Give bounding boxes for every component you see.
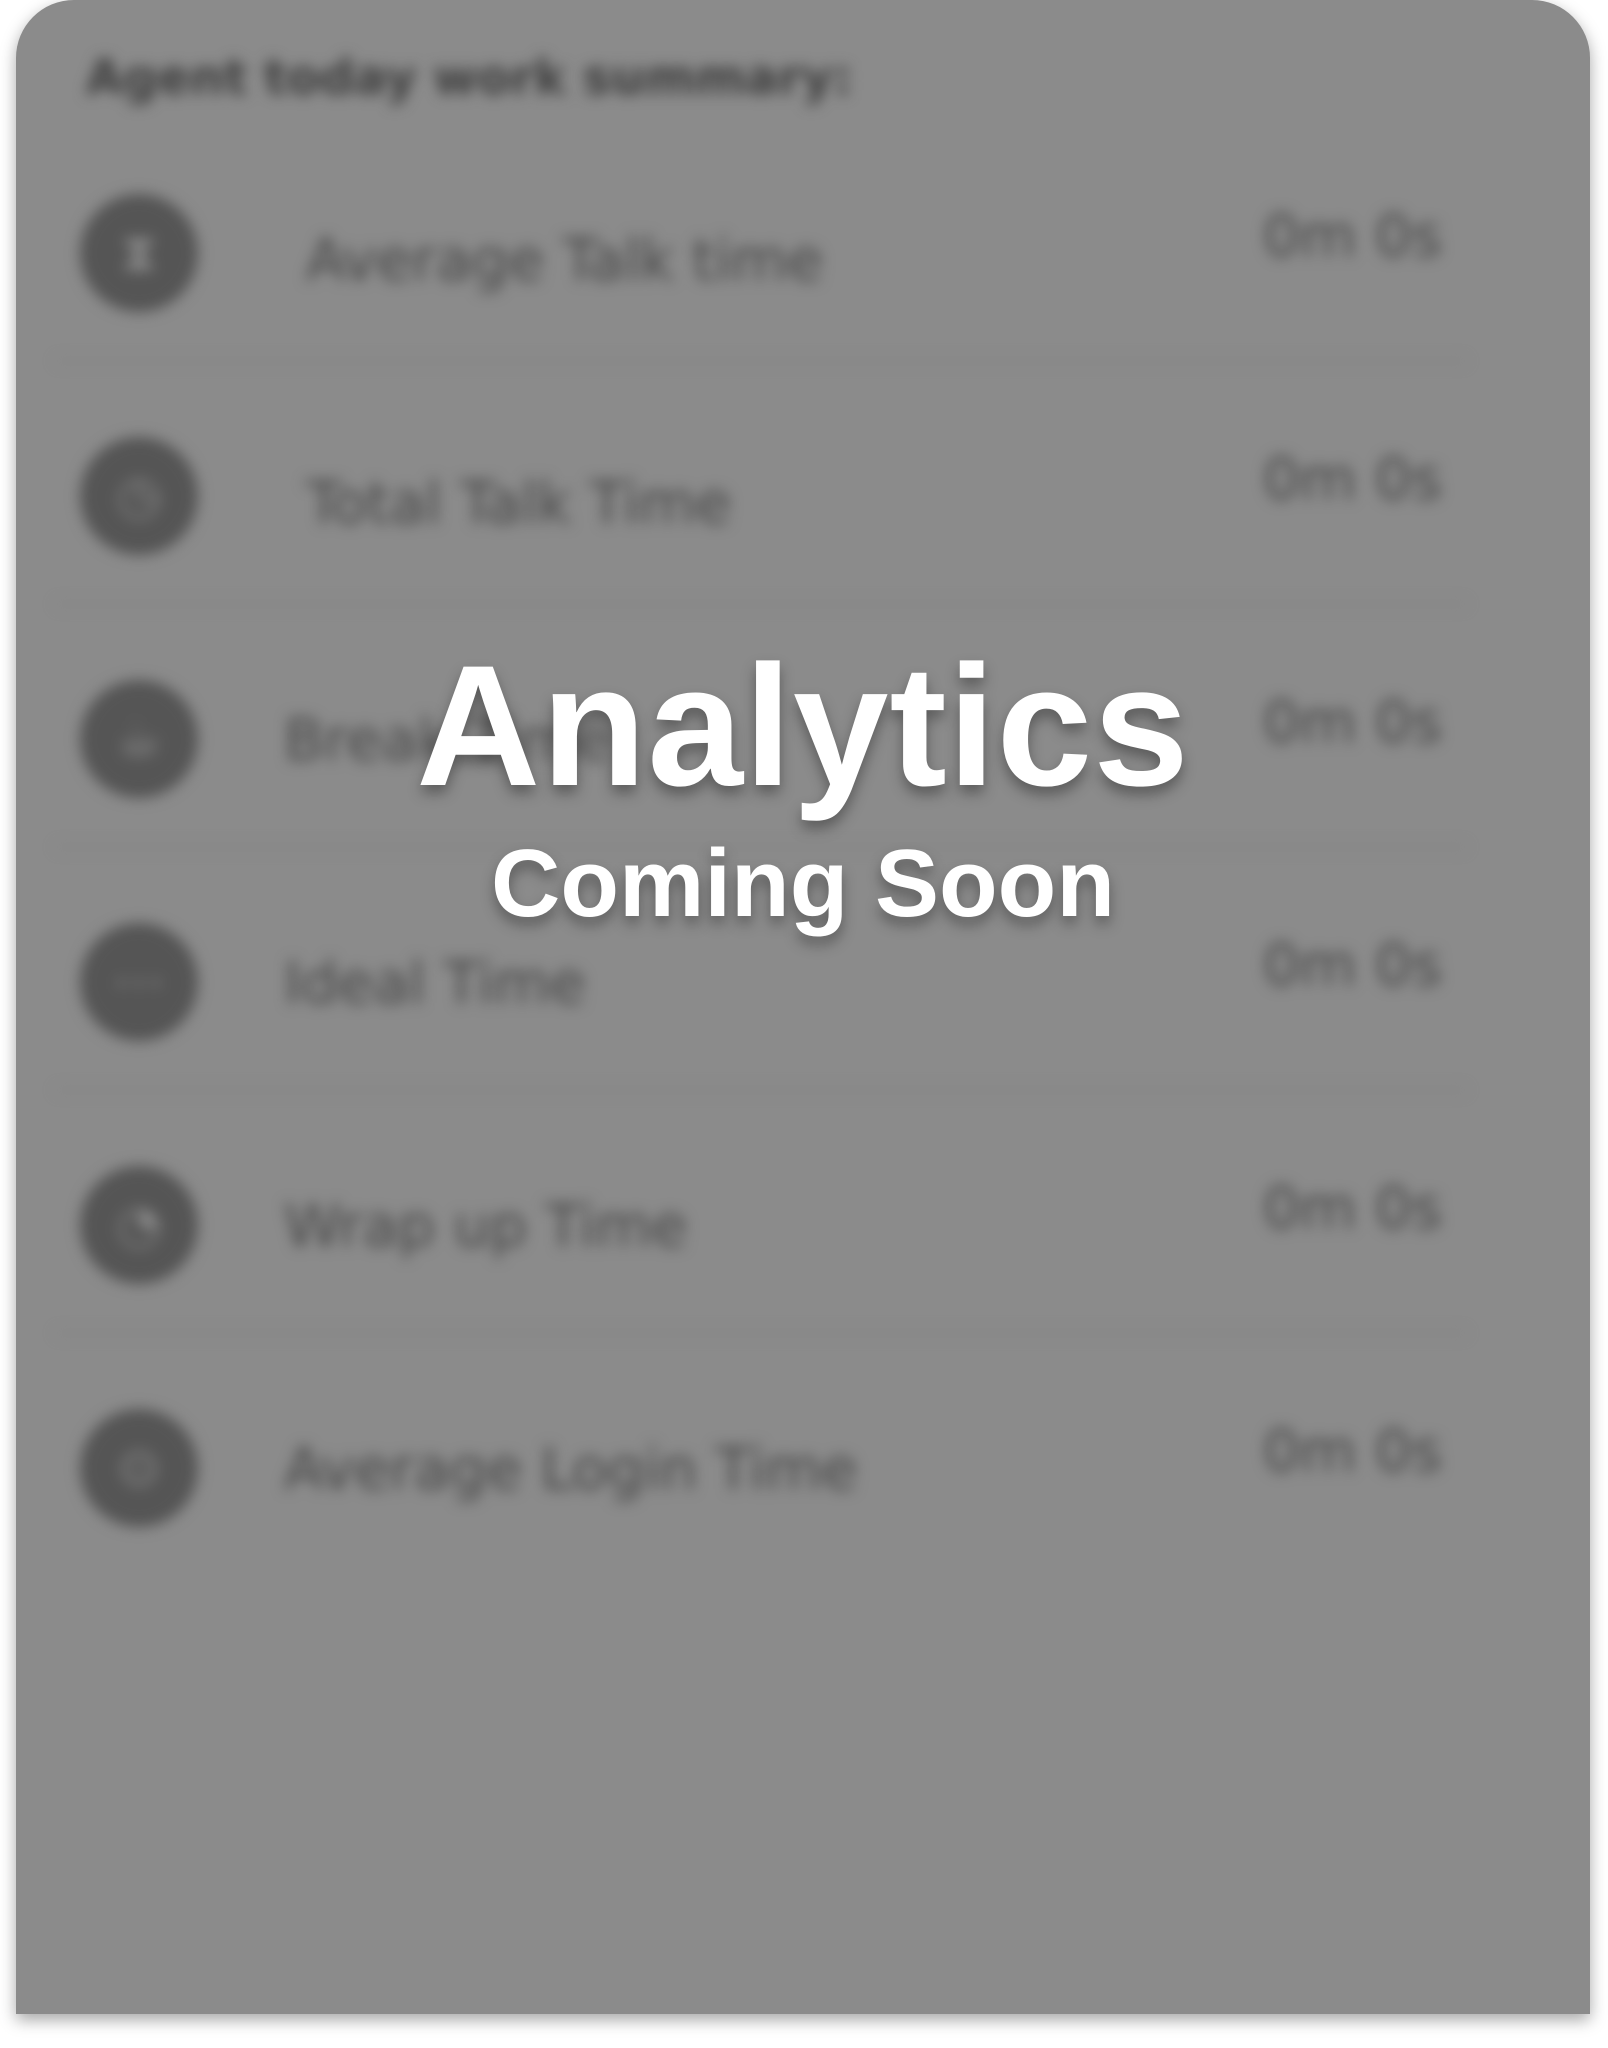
blurred-summary: Agent today work summary: ⧗ Average Talk… bbox=[16, 0, 1590, 2014]
metric-label: Average Login Time bbox=[284, 1435, 858, 1503]
metric-label: Total Talk Time bbox=[306, 469, 732, 537]
hourglass-icon: ⧗ bbox=[80, 194, 198, 312]
metric-value: 0m 0s bbox=[1263, 1417, 1442, 1485]
metric-label: Ideal Time bbox=[284, 949, 586, 1017]
metric-row-average-talk-time: ⧗ Average Talk time 0m 0s bbox=[56, 118, 1466, 361]
metric-label: Average Talk time bbox=[306, 226, 824, 294]
metric-value: 0m 0s bbox=[1263, 202, 1442, 270]
overlay-title: Analytics bbox=[416, 630, 1190, 822]
metric-value: 0m 0s bbox=[1263, 1174, 1442, 1242]
login-icon: ⊙ bbox=[80, 1409, 198, 1527]
metric-row-wrap-up-time: ◔ Wrap up Time 0m 0s bbox=[56, 1090, 1466, 1333]
metric-value: 0m 0s bbox=[1263, 445, 1442, 513]
metric-label: Wrap up Time bbox=[284, 1192, 688, 1260]
coming-soon-overlay: Analytics Coming Soon bbox=[16, 640, 1590, 934]
idle-icon: ⋯ bbox=[80, 923, 198, 1041]
metric-row-total-talk-time: ◷ Total Talk Time 0m 0s bbox=[56, 361, 1466, 604]
metric-row-average-login-time: ⊙ Average Login Time 0m 0s bbox=[56, 1333, 1466, 1576]
summary-title: Agent today work summary: bbox=[86, 50, 853, 106]
clock-icon: ◷ bbox=[80, 437, 198, 555]
overlay-subtitle: Coming Soon bbox=[491, 830, 1115, 937]
timer-icon: ◔ bbox=[80, 1166, 198, 1284]
metric-value: 0m 0s bbox=[1263, 931, 1442, 999]
analytics-card: Agent today work summary: ⧗ Average Talk… bbox=[16, 0, 1590, 2014]
